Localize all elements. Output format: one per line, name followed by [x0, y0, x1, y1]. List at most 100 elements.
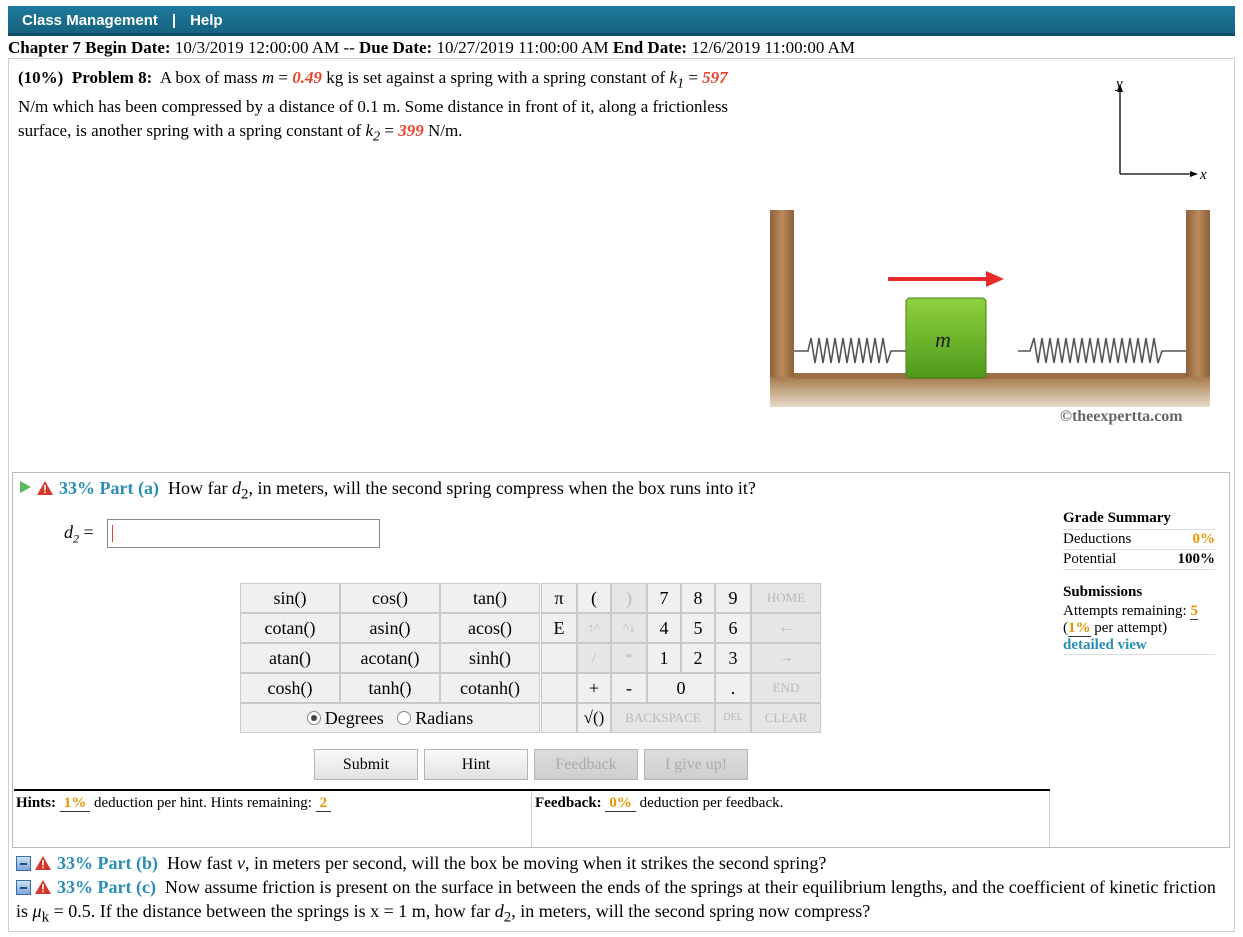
warning-icon: [35, 856, 51, 870]
calc-atan-button[interactable]: atan(): [240, 643, 340, 673]
nav-separator: |: [171, 12, 177, 29]
calc-tanh-button[interactable]: tanh(): [340, 673, 440, 703]
calc-blank-cell: [541, 643, 577, 673]
calc-digit-9[interactable]: 9: [715, 583, 751, 613]
answer-label: d2 =: [64, 522, 94, 547]
calc-clear-button[interactable]: CLEAR: [751, 703, 821, 733]
calc-backspace-button[interactable]: BACKSPACE: [611, 703, 715, 733]
hint-button[interactable]: Hint: [424, 749, 528, 780]
calc-down-button[interactable]: ^↓: [611, 613, 647, 643]
calc-power-button[interactable]: ↑^: [577, 613, 611, 643]
calc-e-button[interactable]: E: [541, 613, 577, 643]
calc-home-button[interactable]: HOME: [751, 583, 821, 613]
attempts-label: Attempts remaining:: [1063, 603, 1187, 619]
calc-cotanh-button[interactable]: cotanh(): [440, 673, 540, 703]
calc-digit-7[interactable]: 7: [647, 583, 681, 613]
spring-box-figure: m ©theexpertta.com: [770, 210, 1210, 425]
calc-divide-button[interactable]: /: [577, 643, 611, 673]
floor-surface: [770, 377, 1210, 407]
mass-symbol: m: [261, 68, 275, 87]
calc-pi-button[interactable]: π: [541, 583, 577, 613]
part-a-text-2: , in meters, will the second spring comp…: [248, 478, 756, 498]
calc-decimal-button[interactable]: .: [715, 673, 751, 703]
k1-subscript: 1: [677, 75, 685, 92]
equals-sign: =: [278, 68, 288, 87]
calc-digit-8[interactable]: 8: [681, 583, 715, 613]
help-link[interactable]: Help: [190, 12, 223, 29]
calc-lparen-button[interactable]: (: [577, 583, 611, 613]
calc-minus-button[interactable]: -: [611, 673, 647, 703]
calc-acos-button[interactable]: acos(): [440, 613, 540, 643]
grade-summary-title: Grade Summary: [1063, 510, 1215, 530]
remaining-parts: 33% Part (b) How fast v, in meters per s…: [16, 851, 1231, 930]
mu-subscript: k: [41, 909, 50, 926]
calc-del-button[interactable]: DEL: [715, 703, 751, 733]
text-caret: [112, 525, 113, 542]
calc-sqrt-button[interactable]: √(): [577, 703, 611, 733]
velocity-arrowhead: [986, 271, 1004, 287]
calc-sin-button[interactable]: sin(): [240, 583, 340, 613]
right-spring: [1018, 337, 1186, 364]
give-up-button[interactable]: I give up!: [644, 749, 748, 780]
calc-cosh-button[interactable]: cosh(): [240, 673, 340, 703]
calc-digit-5[interactable]: 5: [681, 613, 715, 643]
problem-number: Problem 8:: [71, 68, 153, 87]
calc-cotan-button[interactable]: cotan(): [240, 613, 340, 643]
due-label: Due Date:: [359, 38, 433, 57]
axis-y-label: y: [1114, 78, 1123, 92]
submissions-title: Submissions: [1063, 584, 1143, 600]
calc-multiply-button[interactable]: *: [611, 643, 647, 673]
calc-left-arrow-button[interactable]: ←: [751, 613, 821, 643]
hint-deduction: 1%: [59, 795, 91, 812]
submit-button[interactable]: Submit: [314, 749, 418, 780]
due-date: 10/27/2019 11:00:00 AM: [436, 38, 609, 57]
calc-digit-4[interactable]: 4: [647, 613, 681, 643]
calc-right-arrow-button[interactable]: →: [751, 643, 821, 673]
begin-date: 10/3/2019 12:00:00 AM: [174, 38, 340, 57]
feedback-info: Feedback: 0% deduction per feedback.: [535, 795, 783, 812]
calc-digit-6[interactable]: 6: [715, 613, 751, 643]
calc-asin-button[interactable]: asin(): [340, 613, 440, 643]
expand-part-b-icon[interactable]: [16, 856, 31, 871]
feedback-button[interactable]: Feedback: [534, 749, 638, 780]
coordinate-axes-icon: y x: [1114, 78, 1207, 183]
v-symbol: v: [236, 853, 245, 873]
calc-digit-2[interactable]: 2: [681, 643, 715, 673]
copyright-text: ©theexpertta.com: [1060, 408, 1183, 425]
floor-top: [794, 373, 1186, 379]
answer-d-symbol: d: [64, 522, 73, 542]
detailed-view-link[interactable]: detailed view: [1063, 637, 1215, 655]
radians-radio[interactable]: [397, 711, 412, 725]
expand-part-c-icon[interactable]: [16, 880, 31, 895]
play-icon[interactable]: [20, 481, 31, 493]
calc-rparen-button[interactable]: ): [611, 583, 647, 613]
calc-plus-button[interactable]: +: [577, 673, 611, 703]
part-c-row: 33% Part (c) Now assume friction is pres…: [16, 875, 1231, 930]
mu-symbol: μ: [32, 901, 42, 921]
calc-tan-button[interactable]: tan(): [440, 583, 540, 613]
calc-sinh-button[interactable]: sinh(): [440, 643, 540, 673]
calc-end-button[interactable]: END: [751, 673, 821, 703]
class-management-link[interactable]: Class Management: [22, 12, 158, 29]
calc-digit-3[interactable]: 3: [715, 643, 751, 673]
end-date: 12/6/2019 11:00:00 AM: [691, 38, 856, 57]
d2-symbol: d: [231, 478, 241, 498]
calc-cos-button[interactable]: cos(): [340, 583, 440, 613]
hints-feedback-bar: Hints: 1% deduction per hint. Hints rema…: [14, 789, 1050, 845]
part-a-text-1: How far: [167, 478, 228, 498]
part-b-row: 33% Part (b) How fast v, in meters per s…: [16, 851, 1231, 875]
calc-digit-0[interactable]: 0: [647, 673, 715, 703]
degrees-radio[interactable]: [306, 711, 321, 725]
part-c-text-3: , in meters, will the second spring now …: [511, 901, 871, 921]
hints-remaining: 2: [315, 795, 332, 812]
calc-acotan-button[interactable]: acotan(): [340, 643, 440, 673]
feedback-deduction: 0%: [605, 795, 636, 812]
calc-digit-1[interactable]: 1: [647, 643, 681, 673]
answer-input[interactable]: [107, 519, 380, 548]
degrees-label: Degrees: [324, 708, 384, 728]
problem-text-3: N/m.: [427, 121, 463, 141]
k2-value: 399: [398, 121, 424, 141]
part-c-d-symbol: d: [494, 901, 504, 921]
per-attempt: (1% per attempt): [1063, 620, 1215, 637]
problem-weight: (10%): [18, 68, 64, 87]
